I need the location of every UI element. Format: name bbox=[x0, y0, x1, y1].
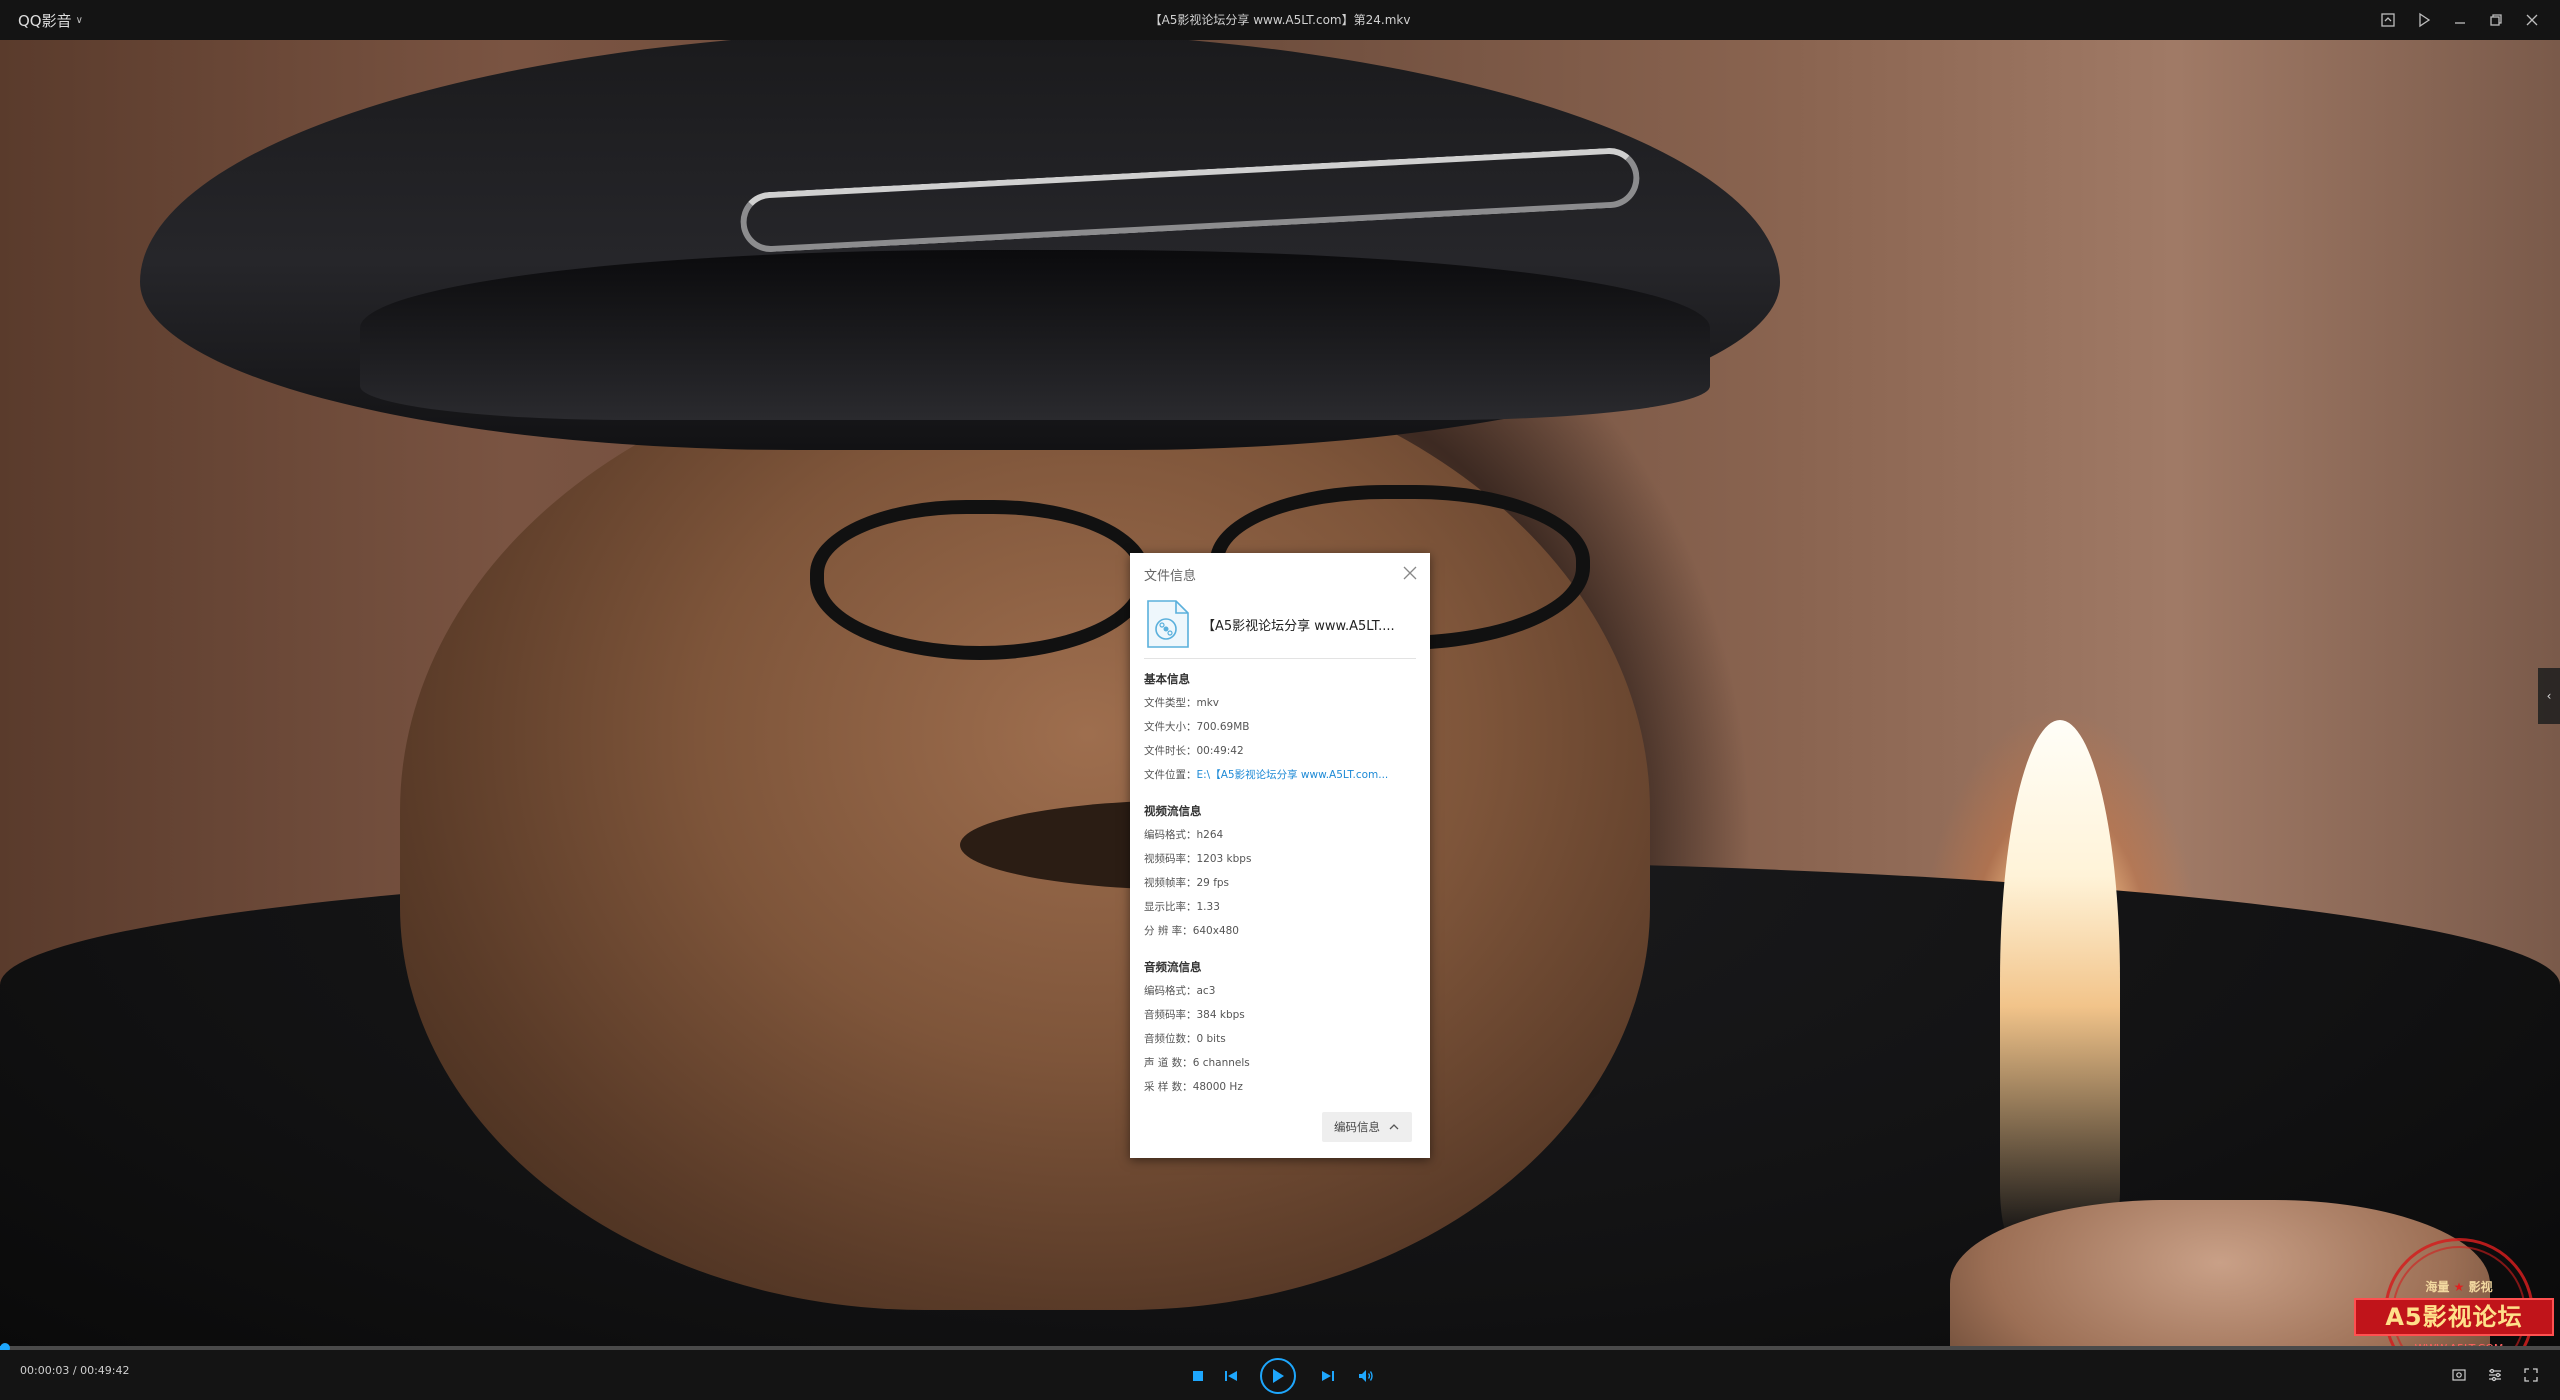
info-row: 文件大小：700.69MB bbox=[1144, 715, 1419, 739]
close-icon bbox=[2526, 14, 2538, 26]
play-icon bbox=[1273, 1369, 1284, 1383]
watermark-top-text: 海量 ★ 影视 bbox=[2364, 1278, 2554, 1295]
row-value: h264 bbox=[1196, 829, 1224, 841]
row-label: 声 道 数： bbox=[1144, 1057, 1193, 1069]
audio-info-section: 音频流信息 编码格式：ac3 音频码率：384 kbps 音频位数：0 bits… bbox=[1144, 955, 1419, 1099]
row-label: 分 辨 率： bbox=[1144, 925, 1193, 937]
info-row: 编码格式：h264 bbox=[1144, 823, 1419, 847]
row-label: 文件位置： bbox=[1144, 769, 1197, 781]
section-title: 基本信息 bbox=[1144, 672, 1190, 686]
row-value: 640x480 bbox=[1192, 925, 1239, 937]
screenshot-button[interactable] bbox=[2370, 0, 2406, 40]
fullscreen-icon bbox=[2524, 1368, 2538, 1382]
file-info-dialog: 文件信息 【A5影视论坛分享 www.A5LT.... 基本信息 文件类型：mk… bbox=[1130, 553, 1430, 1158]
section-title: 视频流信息 bbox=[1144, 804, 1202, 818]
dialog-close-button[interactable] bbox=[1402, 565, 1418, 581]
info-row: 视频码率：1203 kbps bbox=[1144, 847, 1419, 871]
row-label: 文件大小： bbox=[1144, 721, 1197, 733]
playlist-button[interactable] bbox=[2406, 0, 2442, 40]
chevron-left-icon: ‹ bbox=[2546, 689, 2552, 703]
time-display: 00:00:03 / 00:49:42 bbox=[20, 1364, 130, 1377]
row-value: mkv bbox=[1196, 697, 1220, 709]
window-title: 【A5影视论坛分享 www.A5LT.com】第24.mkv bbox=[1149, 13, 1411, 27]
screenshot-icon bbox=[2381, 13, 2395, 27]
row-value: 00:49:42 bbox=[1196, 745, 1244, 757]
play-ring bbox=[1260, 1358, 1296, 1394]
section-title: 音频流信息 bbox=[1144, 960, 1202, 974]
row-value: 700.69MB bbox=[1196, 721, 1250, 733]
settings-icon bbox=[2489, 1368, 2501, 1382]
previous-icon bbox=[1225, 1371, 1237, 1381]
side-panel-toggle[interactable]: ‹ bbox=[2538, 668, 2560, 724]
info-row: 音频位数：0 bits bbox=[1144, 1027, 1419, 1051]
video-scene-cap-band bbox=[360, 250, 1710, 420]
row-label: 音频码率： bbox=[1144, 1009, 1197, 1021]
info-row: 编码格式：ac3 bbox=[1144, 979, 1419, 1003]
stop-icon bbox=[1193, 1371, 1203, 1381]
previous-button[interactable] bbox=[1219, 1356, 1243, 1396]
chevron-up-icon bbox=[1389, 1124, 1399, 1130]
restore-icon bbox=[2490, 14, 2502, 26]
watermark-top-left: 海量 bbox=[2425, 1280, 2450, 1294]
row-label: 文件类型： bbox=[1144, 697, 1197, 709]
info-row: 分 辨 率：640x480 bbox=[1144, 919, 1419, 943]
restore-button[interactable] bbox=[2478, 0, 2514, 40]
close-button[interactable] bbox=[2514, 0, 2550, 40]
row-label: 编码格式： bbox=[1144, 985, 1197, 997]
stop-button[interactable] bbox=[1186, 1356, 1210, 1396]
info-row: 文件类型：mkv bbox=[1144, 691, 1419, 715]
watermark-band: A5影视论坛 bbox=[2354, 1298, 2554, 1336]
basic-info-section: 基本信息 文件类型：mkv 文件大小：700.69MB 文件时长：00:49:4… bbox=[1144, 667, 1419, 787]
row-value: 29 fps bbox=[1196, 877, 1230, 889]
screen-capture-button[interactable] bbox=[2444, 1360, 2474, 1390]
title-bar: QQ影音 ∨ 【A5影视论坛分享 www.A5LT.com】第24.mkv bbox=[0, 0, 2560, 40]
row-label: 文件时长： bbox=[1144, 745, 1197, 757]
minimize-button[interactable] bbox=[2442, 0, 2478, 40]
row-value: 0 bits bbox=[1196, 1033, 1226, 1045]
info-row: 采 样 数：48000 Hz bbox=[1144, 1075, 1419, 1099]
volume-icon bbox=[1359, 1370, 1373, 1382]
video-info-section: 视频流信息 编码格式：h264 视频码率：1203 kbps 视频帧率：29 f… bbox=[1144, 799, 1419, 943]
info-row: 文件时长：00:49:42 bbox=[1144, 739, 1419, 763]
codec-info-label: 编码信息 bbox=[1334, 1120, 1380, 1134]
row-label: 视频帧率： bbox=[1144, 877, 1197, 889]
next-icon bbox=[1322, 1371, 1334, 1381]
dialog-title: 文件信息 bbox=[1144, 569, 1197, 584]
row-label: 采 样 数： bbox=[1144, 1081, 1193, 1093]
row-value: 48000 Hz bbox=[1192, 1081, 1243, 1093]
row-value: 1203 kbps bbox=[1196, 853, 1252, 865]
screen-capture-icon bbox=[2452, 1369, 2466, 1381]
fullscreen-button[interactable] bbox=[2516, 1360, 2546, 1390]
row-value: 6 channels bbox=[1192, 1057, 1250, 1069]
row-value: 1.33 bbox=[1196, 901, 1220, 913]
info-row: 视频帧率：29 fps bbox=[1144, 871, 1419, 895]
file-summary: 【A5影视论坛分享 www.A5LT.... bbox=[1144, 595, 1416, 659]
info-row: 显示比率：1.33 bbox=[1144, 895, 1419, 919]
row-label: 音频位数： bbox=[1144, 1033, 1197, 1045]
minimize-icon bbox=[2455, 22, 2465, 24]
codec-info-button[interactable]: 编码信息 bbox=[1322, 1112, 1412, 1142]
row-label: 显示比率： bbox=[1144, 901, 1197, 913]
file-location-link[interactable]: E:\【A5影视论坛分享 www.A5LT.com... bbox=[1197, 769, 1389, 781]
file-name: 【A5影视论坛分享 www.A5LT.... bbox=[1202, 619, 1395, 634]
star-icon: ★ bbox=[2453, 1280, 2469, 1294]
play-button[interactable] bbox=[1258, 1356, 1298, 1396]
row-label: 编码格式： bbox=[1144, 829, 1197, 841]
watermark-top-right: 影视 bbox=[2468, 1280, 2493, 1294]
row-value: 384 kbps bbox=[1196, 1009, 1245, 1021]
video-file-icon bbox=[1147, 600, 1189, 648]
info-row: 文件位置：E:\【A5影视论坛分享 www.A5LT.com... bbox=[1144, 763, 1419, 787]
video-scene-glasses-left bbox=[810, 500, 1150, 660]
settings-button[interactable] bbox=[2480, 1360, 2510, 1390]
window-controls bbox=[2370, 0, 2550, 40]
playlist-icon bbox=[2419, 12, 2431, 28]
volume-button[interactable] bbox=[1354, 1356, 1378, 1396]
info-row: 声 道 数：6 channels bbox=[1144, 1051, 1419, 1075]
next-button[interactable] bbox=[1316, 1356, 1340, 1396]
info-row: 音频码率：384 kbps bbox=[1144, 1003, 1419, 1027]
row-value: ac3 bbox=[1196, 985, 1216, 997]
row-label: 视频码率： bbox=[1144, 853, 1197, 865]
close-icon bbox=[1403, 566, 1417, 580]
video-scene-candle-flame bbox=[2000, 720, 2120, 1240]
